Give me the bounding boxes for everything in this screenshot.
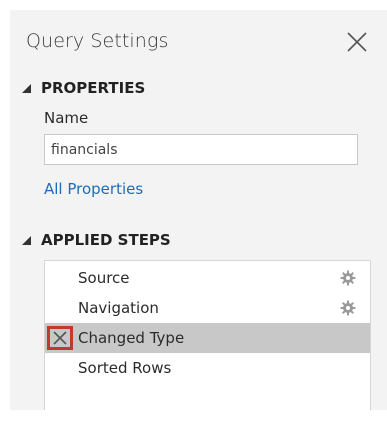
delete-step-icon bbox=[53, 331, 67, 345]
applied-steps-header: APPLIED STEPS bbox=[41, 231, 171, 249]
collapse-triangle-icon bbox=[22, 235, 31, 245]
step-label: Navigation bbox=[78, 299, 159, 317]
pane-title: Query Settings bbox=[26, 30, 169, 52]
step-navigation[interactable]: Navigation bbox=[45, 293, 370, 323]
properties-header: PROPERTIES bbox=[41, 79, 146, 97]
applied-steps-list: Source Navigation Changed Type Sorted Ro… bbox=[44, 260, 371, 410]
step-changed-type[interactable]: Changed Type bbox=[45, 323, 370, 353]
delete-step-button[interactable] bbox=[47, 326, 73, 350]
step-label: Changed Type bbox=[78, 329, 185, 347]
step-label: Sorted Rows bbox=[78, 359, 172, 377]
close-icon bbox=[347, 32, 367, 52]
gear-icon[interactable] bbox=[340, 300, 356, 316]
step-sorted-rows[interactable]: Sorted Rows bbox=[45, 353, 370, 383]
collapse-triangle-icon bbox=[22, 83, 31, 93]
step-source[interactable]: Source bbox=[45, 263, 370, 293]
all-properties-link[interactable]: All Properties bbox=[44, 180, 143, 198]
step-label: Source bbox=[78, 269, 130, 287]
name-label: Name bbox=[44, 109, 89, 127]
query-settings-pane: Query Settings PROPERTIES Name All Prope… bbox=[10, 10, 387, 410]
applied-steps-section-toggle[interactable]: APPLIED STEPS bbox=[22, 231, 171, 249]
close-pane-button[interactable] bbox=[345, 30, 369, 54]
query-name-input[interactable] bbox=[44, 134, 358, 165]
gear-icon[interactable] bbox=[340, 270, 356, 286]
properties-section-toggle[interactable]: PROPERTIES bbox=[22, 79, 145, 97]
